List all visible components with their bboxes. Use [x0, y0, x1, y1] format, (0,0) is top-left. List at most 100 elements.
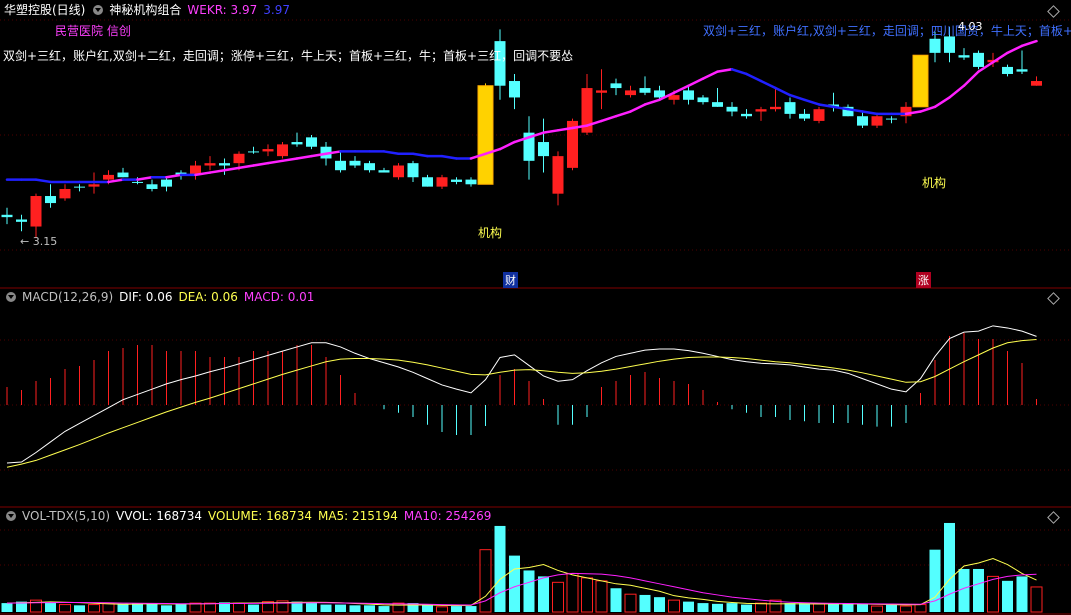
volume-bar — [451, 606, 462, 612]
candle-body — [291, 142, 303, 145]
volume-bar — [320, 604, 332, 612]
candle — [784, 97, 796, 119]
candle — [1, 207, 13, 225]
rise-marker[interactable]: 涨 — [916, 272, 931, 288]
candle — [1031, 76, 1042, 86]
volume-bar — [364, 605, 375, 612]
candle-body — [784, 102, 796, 114]
ma-segment — [223, 166, 241, 172]
candle — [306, 135, 317, 150]
ma-segment — [600, 114, 618, 123]
volume-bar — [828, 603, 839, 612]
volume-bar — [726, 603, 738, 612]
candle-body — [219, 163, 230, 166]
chart-canvas[interactable] — [0, 0, 1071, 615]
candle-body — [103, 174, 114, 180]
candle-body — [813, 109, 825, 121]
volume-bar — [857, 603, 868, 612]
candle-body — [1016, 69, 1028, 72]
candle — [523, 116, 535, 180]
candle — [712, 88, 723, 107]
candle-body — [1, 214, 13, 218]
candle — [422, 174, 433, 187]
volume-bar — [1016, 576, 1028, 612]
volume-bar — [914, 604, 927, 613]
candle — [204, 156, 216, 171]
ma-segment — [208, 168, 226, 174]
ma-segment — [701, 70, 719, 80]
candle — [465, 177, 477, 187]
candle — [1002, 64, 1013, 77]
volume-bar — [581, 577, 593, 613]
candle-body — [74, 186, 85, 188]
ma-segment — [643, 98, 661, 106]
candle — [146, 179, 158, 192]
candle-body — [973, 52, 984, 67]
candle-body — [262, 149, 274, 152]
ma-segment — [165, 173, 183, 179]
volume-bar — [509, 555, 520, 612]
volume-bar — [465, 606, 477, 612]
candle — [117, 167, 129, 178]
ma-segment — [730, 68, 748, 76]
candle — [552, 151, 564, 206]
ma10-line — [6, 572, 1037, 606]
candle-body — [683, 90, 694, 100]
candle-body — [248, 151, 259, 153]
candle-body — [958, 55, 970, 58]
candle-body — [477, 85, 494, 185]
volume-bar — [523, 570, 535, 612]
macd-panel — [6, 325, 1037, 468]
ma-segment — [788, 93, 806, 102]
candle-body — [451, 179, 462, 182]
volume-bar — [538, 576, 549, 612]
candle — [741, 109, 752, 119]
candle-body — [335, 160, 346, 171]
candle — [436, 174, 448, 189]
volume-panel — [1, 522, 1043, 613]
volume-bar — [161, 605, 172, 612]
volume-bar — [755, 602, 767, 613]
volume-bar — [175, 603, 187, 612]
ma-segment — [252, 161, 270, 167]
candle-body — [349, 160, 361, 166]
volume-bar — [349, 605, 361, 612]
volume-bar — [624, 593, 637, 613]
ma-segment — [774, 86, 792, 97]
candle — [161, 177, 172, 192]
candle — [726, 102, 738, 117]
ma-segment — [440, 154, 458, 160]
candle-body — [770, 106, 781, 110]
hospital-tag: 民营医院 信创 — [55, 24, 131, 38]
volume-bar — [146, 603, 158, 612]
ma-segment — [687, 77, 705, 87]
candle — [16, 214, 27, 232]
candle-body — [857, 116, 868, 126]
ma-segment — [759, 79, 777, 90]
ma-segment — [411, 152, 429, 158]
candle — [349, 156, 361, 168]
volume-bar — [712, 603, 723, 612]
ma-segment — [295, 154, 313, 160]
volume-bar — [842, 603, 854, 612]
candle — [813, 106, 825, 124]
volume-bar — [900, 605, 912, 613]
candle — [74, 184, 85, 192]
candle-body — [741, 113, 752, 117]
volume-bar — [973, 568, 984, 612]
volume-bar — [958, 568, 970, 612]
candle-body — [233, 153, 245, 164]
candle — [509, 73, 520, 110]
volume-bar — [668, 599, 680, 613]
candle-body — [726, 106, 738, 112]
candle — [596, 69, 607, 110]
candle — [610, 78, 622, 96]
ma-segment — [716, 68, 734, 73]
candle-body — [161, 179, 172, 187]
volume-bar — [1002, 580, 1013, 612]
candle — [393, 163, 404, 180]
candle-body — [436, 177, 448, 187]
candle-body — [204, 163, 216, 166]
finance-marker[interactable]: 财 — [503, 272, 518, 288]
candle — [248, 146, 259, 154]
